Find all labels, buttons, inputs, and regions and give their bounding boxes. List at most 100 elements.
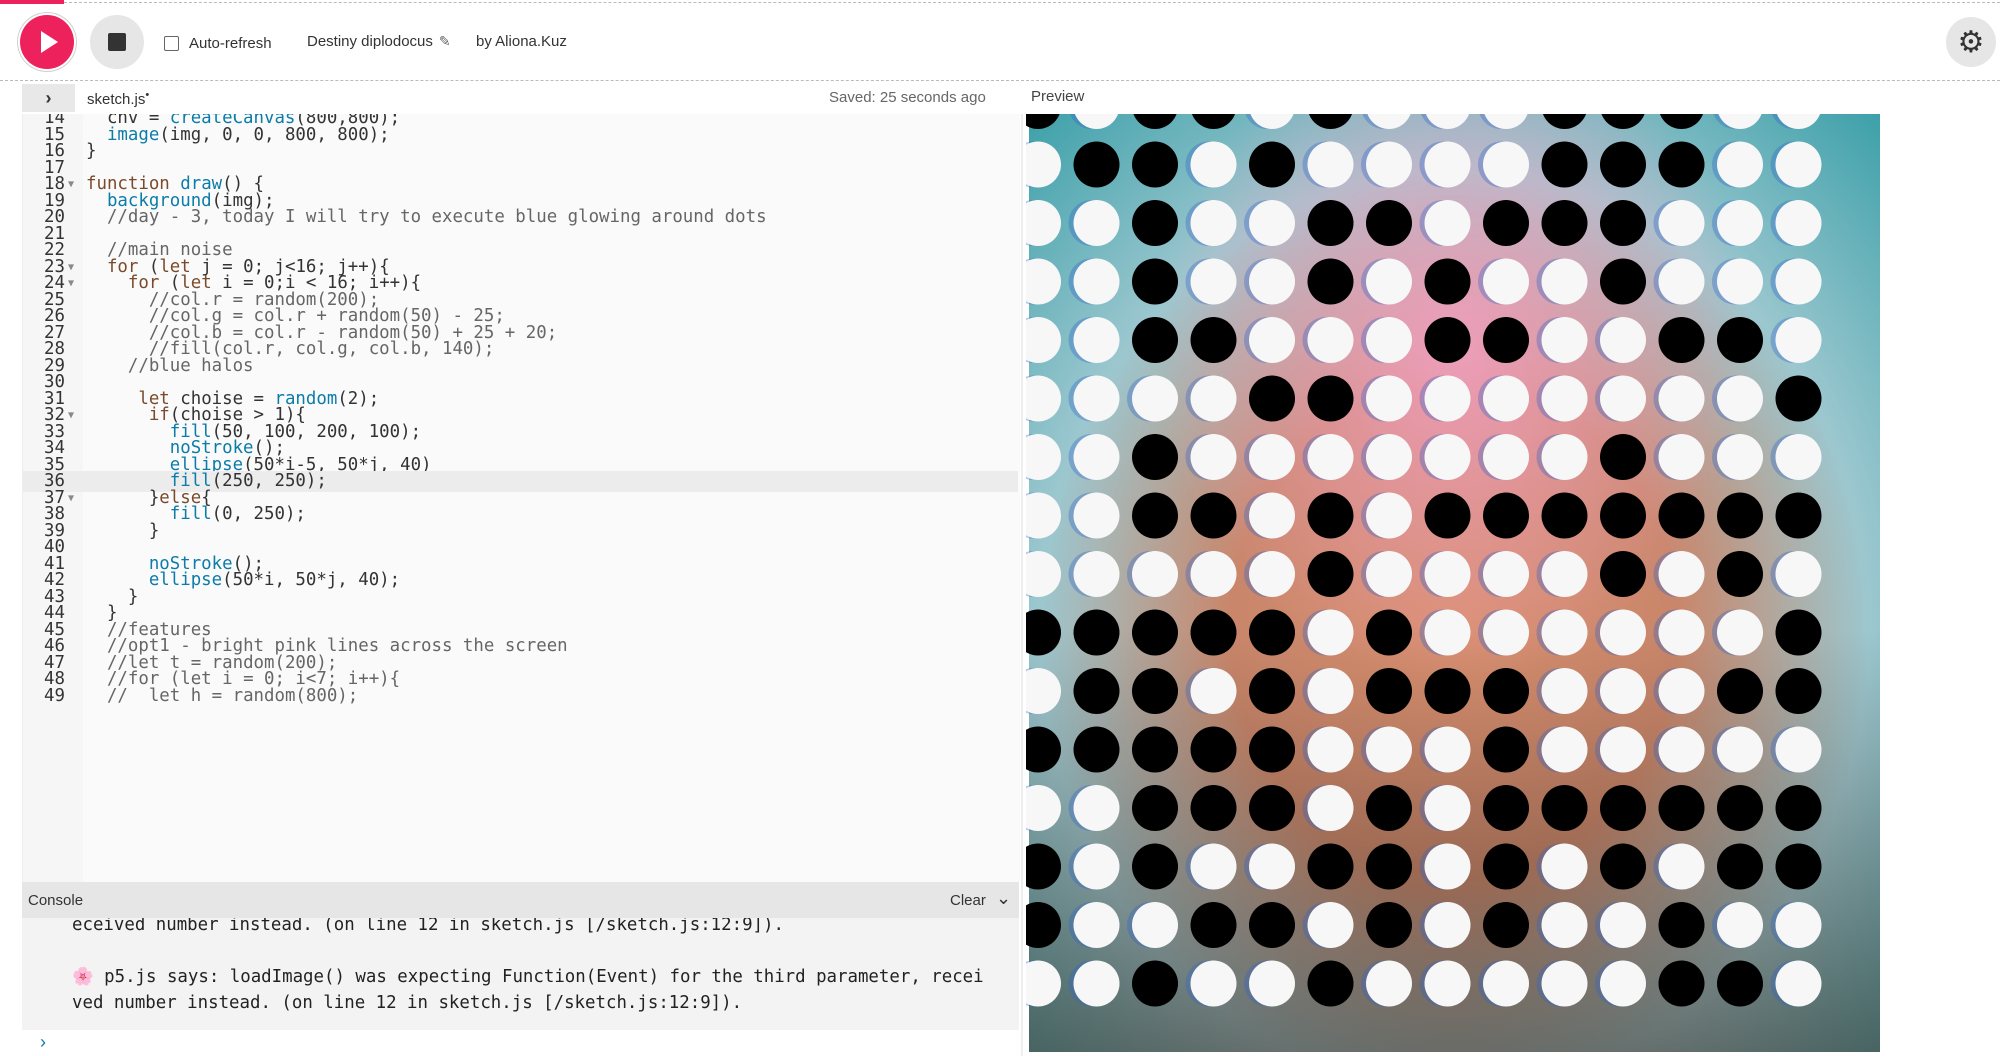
white-dot <box>1600 317 1646 363</box>
black-dot <box>1366 668 1412 714</box>
white-dot <box>1366 726 1412 773</box>
white-dot <box>1483 258 1529 305</box>
white-dot <box>1307 434 1354 480</box>
auto-refresh-checkbox[interactable] <box>164 35 179 51</box>
white-dot <box>1366 375 1412 422</box>
black-dot <box>1658 960 1705 1007</box>
play-button[interactable] <box>20 15 74 69</box>
pane-divider[interactable] <box>1021 114 1023 1056</box>
white-dot <box>1600 960 1646 1007</box>
white-dot <box>1307 609 1354 656</box>
console-prompt-icon: › <box>40 1032 46 1052</box>
white-dot <box>1541 668 1588 714</box>
black-dot <box>1600 843 1646 890</box>
white-dot <box>1366 258 1412 305</box>
black-dot <box>1190 726 1237 773</box>
white-dot <box>1366 317 1412 363</box>
editor-file-bar: › sketch.js• Saved: 25 seconds ago <box>0 82 1020 114</box>
white-dot <box>1541 317 1588 363</box>
white-dot <box>1483 141 1529 188</box>
white-dot <box>1483 960 1529 1007</box>
black-dot <box>1775 492 1822 539</box>
console-message: ved number instead. (on line 12 in sketc… <box>72 993 743 1013</box>
preview-canvas[interactable] <box>1026 114 1926 1052</box>
sketch-canvas <box>1026 114 1926 1052</box>
sidebar-toggle-button[interactable]: › <box>22 84 75 112</box>
author-link[interactable]: by Aliona.Kuz <box>476 33 567 50</box>
white-dot <box>1073 492 1120 539</box>
file-tab[interactable]: sketch.js• <box>87 89 149 108</box>
white-dot <box>1424 609 1471 656</box>
sketch-name-text: Destiny diplodocus <box>307 33 433 50</box>
white-dot <box>1073 375 1120 422</box>
black-dot <box>1424 258 1471 305</box>
black-dot <box>1775 843 1822 890</box>
console-message: 🌸 p5.js says: loadImage() was expecting … <box>72 967 984 987</box>
black-dot <box>1190 902 1237 948</box>
toolbar-divider <box>0 80 2000 81</box>
black-dot <box>1132 141 1178 188</box>
chevron-down-icon[interactable]: ⌄ <box>996 888 1011 909</box>
white-dot <box>1073 902 1120 948</box>
black-dot <box>1132 785 1178 831</box>
code-editor[interactable]: 14 cnv = createCanvas(800,800); 15 image(… <box>22 114 1020 882</box>
black-dot <box>1307 843 1354 890</box>
black-dot <box>1483 492 1529 539</box>
white-dot <box>1541 726 1588 773</box>
black-dot <box>1541 141 1588 188</box>
stop-button[interactable] <box>90 15 144 69</box>
black-dot <box>1600 200 1646 246</box>
white-dot <box>1249 492 1295 539</box>
black-dot <box>1717 960 1763 1007</box>
white-dot <box>1190 668 1237 714</box>
black-dot <box>1073 141 1120 188</box>
pencil-icon[interactable]: ✎ <box>439 33 451 50</box>
black-dot <box>1366 609 1412 656</box>
white-dot <box>1658 434 1705 480</box>
black-dot <box>1249 726 1295 773</box>
code-line[interactable]: 49 // let h = random(800); <box>23 686 1018 707</box>
white-dot <box>1366 434 1412 480</box>
clear-console-button[interactable]: Clear <box>950 892 986 909</box>
black-dot <box>1600 551 1646 597</box>
white-dot <box>1249 960 1295 1007</box>
white-dot <box>1073 551 1120 597</box>
white-dot <box>1541 375 1588 422</box>
black-dot <box>1600 434 1646 480</box>
black-dot <box>1658 785 1705 831</box>
black-dot <box>1717 785 1763 831</box>
black-dot <box>1366 785 1412 831</box>
console-input[interactable]: › <box>22 1030 1019 1056</box>
white-dot <box>1073 843 1120 890</box>
white-dot <box>1658 551 1705 597</box>
white-dot <box>1307 141 1354 188</box>
black-dot <box>1307 258 1354 305</box>
black-dot <box>1600 258 1646 305</box>
auto-refresh-toggle[interactable]: Auto-refresh <box>164 34 272 52</box>
white-dot <box>1132 902 1178 948</box>
black-dot <box>1424 317 1471 363</box>
white-dot <box>1717 902 1763 948</box>
sketch-name[interactable]: Destiny diplodocus ✎ <box>307 33 451 50</box>
white-dot <box>1658 668 1705 714</box>
settings-button[interactable]: ⚙ <box>1946 17 1996 67</box>
white-dot <box>1775 960 1822 1007</box>
white-dot <box>1366 960 1412 1007</box>
black-dot <box>1483 785 1529 831</box>
black-dot <box>1132 668 1178 714</box>
white-dot <box>1658 726 1705 773</box>
black-dot <box>1249 668 1295 714</box>
line-number: 49 <box>44 685 65 706</box>
white-dot <box>1541 258 1588 305</box>
white-dot <box>1775 258 1822 305</box>
console-message: eceived number instead. (on line 12 in s… <box>72 918 784 935</box>
white-dot <box>1249 843 1295 890</box>
code-text: // let h = random(800); <box>106 685 359 706</box>
black-dot <box>1132 843 1178 890</box>
black-dot <box>1307 375 1354 422</box>
white-dot <box>1541 609 1588 656</box>
white-dot <box>1190 434 1237 480</box>
toolbar: Auto-refresh Destiny diplodocus ✎ by Ali… <box>0 4 2000 80</box>
white-dot <box>1717 434 1763 480</box>
black-dot <box>1132 258 1178 305</box>
